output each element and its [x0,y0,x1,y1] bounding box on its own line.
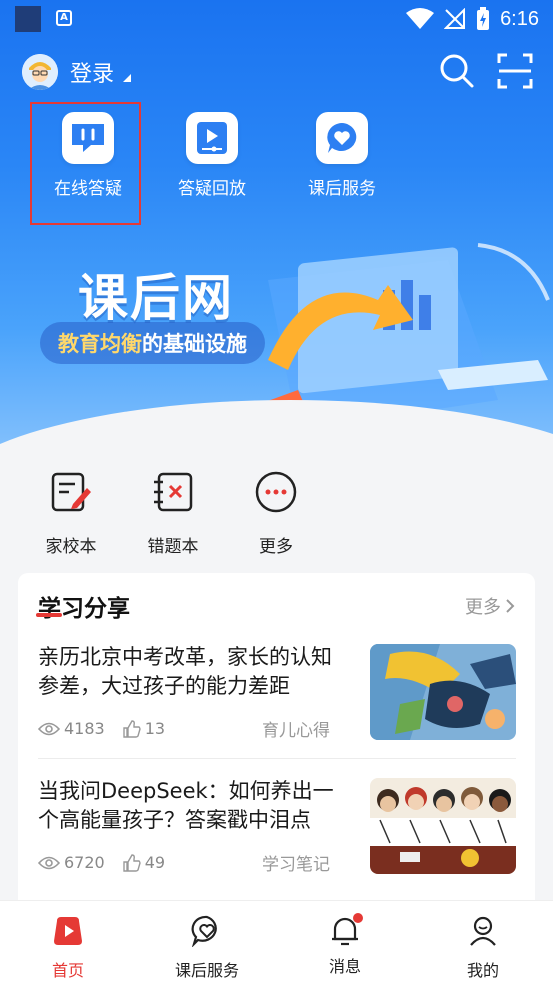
thumbs-up-icon [123,853,141,872]
scan-button[interactable] [496,52,534,90]
article-title: 亲历北京中考改革，家长的认知参差，大过孩子的能力差距 [38,645,332,698]
heart-bubble-icon [327,123,357,153]
search-button[interactable] [438,52,476,90]
home-play-icon [54,917,82,945]
like-count: 13 [144,719,166,738]
eye-icon [38,856,60,869]
more-dots-icon [255,471,297,513]
wrong-question-icon [154,472,193,512]
login-link[interactable]: 登录 [70,56,114,88]
quick-action-label: 课后服务 [308,179,376,199]
title-accent-line [36,613,62,617]
more-link[interactable]: 更多 [465,593,515,619]
article-thumbnail [370,644,516,740]
nav-after-school-service[interactable]: 课后服务 [157,915,257,981]
banner-illustration [243,243,550,440]
avatar[interactable] [22,54,58,90]
banner-slogan-rest: 的基础设施 [142,332,247,356]
video-playback-icon [197,122,227,154]
selection-highlight [30,102,141,225]
nav-messages[interactable]: 消息 [295,913,395,977]
quick-action-qa-replay[interactable]: 答疑回放 [157,112,267,199]
notebook-edit-icon [51,472,91,512]
more-label: 更多 [465,597,501,618]
article-tag: 学习笔记 [262,855,330,875]
section-title: 学习分享 [38,596,130,622]
divider [38,758,516,759]
wifi-icon [406,8,435,29]
banner-slogan-highlight: 教育均衡 [58,332,142,356]
quick-action-label: 答疑回放 [178,179,246,199]
article-thumbnail [370,778,516,874]
nav-home[interactable]: 首页 [18,915,118,981]
notification-app-icon [15,6,41,32]
article-stats: 4183 13 [38,719,183,738]
tool-label: 错题本 [147,537,199,557]
view-count: 6720 [64,853,105,872]
user-icon [470,916,496,946]
tool-wrong-question-book[interactable]: 错题本 [123,470,223,557]
article-tag: 育儿心得 [262,721,330,741]
banner-slogan: 教育均衡 的基础设施 [40,322,265,364]
tool-home-school-book[interactable]: 家校本 [21,470,121,557]
thumbs-up-icon [123,719,141,738]
tool-label: 家校本 [45,537,97,557]
quick-action-after-school[interactable]: 课后服务 [287,112,397,199]
article-title: 当我问DeepSeek：如何养出一个高能量孩子？答案戳中泪点 [38,779,334,832]
hero-header: A 6:16 登录 在线答疑 答疑回放 课后服务 课后网 教育均衡 的基础设施 [0,0,553,470]
nav-label: 课后服务 [174,961,239,980]
tool-more[interactable]: 更多 [226,470,326,557]
nav-label: 我的 [466,961,499,980]
keyboard-a-icon: A [56,10,72,26]
article-stats: 6720 49 [38,853,183,872]
search-icon [440,54,474,88]
nav-label: 消息 [328,957,361,976]
chevron-right-icon [506,599,515,613]
notification-badge [353,913,363,923]
caret-down-icon [123,74,131,82]
scan-icon [497,53,533,89]
tool-label: 更多 [259,537,293,557]
like-count: 49 [144,853,166,872]
nav-profile[interactable]: 我的 [433,915,533,981]
heart-bubble-icon [191,915,217,948]
bottom-navigation: 首页 课后服务 消息 我的 [0,900,553,983]
battery-charging-icon [477,7,490,30]
view-count: 4183 [64,719,105,738]
study-share-card: 学习分享 更多 亲历北京中考改革，家长的认知参差，大过孩子的能力差距 4183 … [18,573,535,913]
banner-title: 课后网 [78,269,234,327]
nav-label: 首页 [51,961,84,980]
clock-time: 6:16 [500,7,539,30]
status-bar: A 6:16 [0,0,553,38]
eye-icon [38,722,60,735]
no-signal-icon [444,8,466,29]
